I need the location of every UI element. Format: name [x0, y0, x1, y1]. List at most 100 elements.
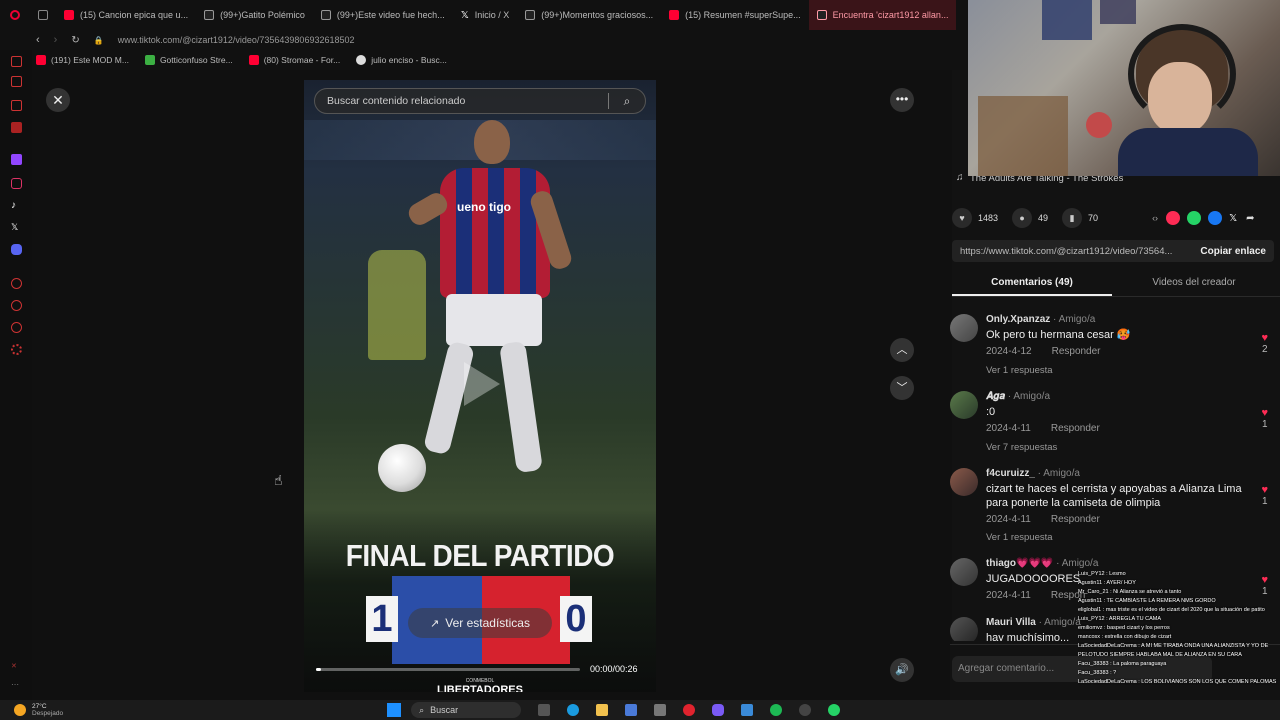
copy-link-button[interactable]: Copiar enlace	[1192, 246, 1274, 257]
sidebar-more-icon[interactable]: ✕	[11, 662, 22, 673]
url-field[interactable]: www.tiktok.com/@cizart1912/video/7356439…	[118, 35, 355, 45]
related-search-bar[interactable]: Buscar contenido relacionado ⌕	[314, 88, 646, 114]
comment-user[interactable]: f4curuizz_ · Amigo/a	[986, 468, 1080, 479]
store-icon[interactable]	[654, 704, 667, 716]
tiktok-icon[interactable]: ♪	[11, 200, 22, 211]
view-replies-button[interactable]: Ver 7 respuestas	[986, 442, 1057, 453]
bookmark-0[interactable]: (191) Este MOD M...	[36, 55, 129, 65]
weather-widget[interactable]: 27°C Despejado	[32, 703, 63, 717]
file-explorer-icon[interactable]	[596, 704, 609, 716]
spotify-icon[interactable]	[770, 704, 783, 716]
comment-like-button[interactable]: ♥ 1	[1261, 407, 1268, 431]
settings-icon[interactable]	[11, 344, 22, 355]
avatar[interactable]	[950, 558, 978, 586]
video-player[interactable]: ueno tigo FINAL DEL PARTIDO 1 0 ↗ Ver es…	[304, 80, 656, 692]
whatsapp-icon[interactable]	[828, 704, 841, 716]
embed-icon[interactable]: ‹›	[1152, 213, 1158, 223]
final-del-partido-text: FINAL DEL PARTIDO	[345, 538, 615, 573]
browser-tab-2[interactable]: (99+)Este video fue hech...	[313, 0, 453, 30]
chevron-down-icon: ﹀	[896, 382, 908, 394]
browser-tab-1[interactable]: (99+)Gatito Polémico	[196, 0, 313, 30]
volume-button[interactable]: 🔊	[890, 658, 914, 682]
like-button[interactable]: ♥	[952, 208, 972, 228]
stats-button[interactable]: ↗ Ver estadísticas	[408, 608, 552, 638]
browser-tab-3[interactable]: 𝕏 Inicio / X	[453, 0, 518, 30]
bookmark-icon: ▮	[1069, 213, 1075, 223]
sidebar-circle-icon[interactable]	[11, 278, 22, 289]
forward-icon[interactable]: ›	[54, 34, 58, 46]
windows-start-icon[interactable]	[387, 703, 402, 717]
comment-text: Ok pero tu hermana cesar 🥵	[986, 329, 1131, 341]
streamer-shirt	[1118, 128, 1258, 176]
task-view-icon[interactable]	[538, 704, 551, 716]
share-tiktok-icon[interactable]	[1166, 211, 1181, 225]
comment-button[interactable]: ●	[1012, 208, 1033, 228]
share-arrow-icon[interactable]: ➦	[1246, 213, 1254, 224]
close-button[interactable]: ✕	[46, 88, 70, 112]
reply-button[interactable]: Responder	[1052, 346, 1101, 357]
edge-icon[interactable]	[567, 704, 580, 716]
bookmark-2[interactable]: (80) Stromae - For...	[248, 55, 340, 65]
browser-tab-active[interactable]: Encuentra 'cizart1912 allan...	[808, 0, 957, 30]
opera-menu-icon[interactable]	[0, 0, 30, 30]
view-replies-button[interactable]: Ver 1 respuesta	[986, 532, 1053, 543]
search-icon[interactable]: ⌕	[609, 94, 645, 109]
view-replies-button[interactable]: Ver 1 respuesta	[986, 365, 1053, 376]
app-icon[interactable]	[741, 704, 754, 716]
reload-icon[interactable]: ↻	[71, 35, 79, 46]
youtube-icon	[64, 10, 74, 20]
sidebar-red-icon[interactable]	[11, 122, 22, 133]
facebook-icon[interactable]	[1208, 211, 1223, 225]
reply-button[interactable]: Responder	[1051, 514, 1100, 525]
whatsapp-icon[interactable]	[1187, 211, 1202, 225]
sidebar-red-icon[interactable]	[11, 76, 22, 87]
comment-user[interactable]: thiago💗💗💗 · Amigo/a	[986, 558, 1098, 569]
youtube-icon	[248, 55, 259, 65]
sidebar-more-icon[interactable]: ⋯	[11, 680, 22, 691]
related-search-input[interactable]: Buscar contenido relacionado	[315, 95, 608, 107]
avatar[interactable]	[950, 314, 978, 342]
bookmark-1[interactable]: Gotticonfuso Stre...	[144, 55, 233, 65]
comment-date: 2024-4-12	[986, 346, 1032, 357]
instagram-icon[interactable]	[11, 178, 22, 189]
x-icon[interactable]: 𝕏	[1229, 213, 1237, 224]
history-icon[interactable]	[11, 300, 22, 311]
youtube-icon	[36, 55, 46, 65]
more-options-button[interactable]: •••	[890, 88, 914, 112]
discord-icon[interactable]	[11, 244, 22, 255]
avatar[interactable]	[950, 617, 978, 641]
app-icon[interactable]	[625, 704, 638, 716]
sidebar-red-icon[interactable]	[11, 56, 22, 67]
comment-user[interactable]: Mauri Villa · Amigo/a	[986, 617, 1081, 628]
browser-tab-0[interactable]: (15) Cancion epica que u...	[56, 0, 196, 30]
video-progress-track[interactable]	[316, 668, 580, 671]
sidebar-red-icon[interactable]	[11, 100, 22, 111]
browser-tab-4[interactable]: (99+)Momentos graciosos...	[517, 0, 661, 30]
tab-comments[interactable]: Comentarios (49)	[952, 277, 1112, 288]
avatar[interactable]	[950, 468, 978, 496]
next-video-button[interactable]: ﹀	[890, 376, 914, 400]
obs-icon[interactable]	[799, 704, 812, 716]
comment-like-button[interactable]: ♥ 2	[1261, 332, 1268, 356]
tab-creator-videos[interactable]: Videos del creador	[1114, 277, 1274, 288]
sidebar-circle-icon[interactable]	[11, 322, 22, 333]
workspace-icon[interactable]	[30, 0, 56, 30]
x-icon[interactable]: 𝕏	[11, 222, 22, 233]
comment-meta: 2024-4-11 Responder	[986, 514, 1120, 525]
play-icon[interactable]	[464, 362, 500, 406]
comment-user[interactable]: 𝑨𝒈𝒂 · Amigo/a	[986, 391, 1050, 402]
weather-icon[interactable]	[14, 704, 26, 716]
taskbar-search[interactable]: ⌕ Buscar	[411, 702, 522, 718]
comment-like-button[interactable]: ♥ 1	[1261, 484, 1268, 508]
comment-user[interactable]: Only.Xpanzaz · Amigo/a	[986, 314, 1095, 325]
avatar[interactable]	[950, 391, 978, 419]
discord-icon[interactable]	[712, 704, 725, 716]
save-button[interactable]: ▮	[1062, 208, 1083, 228]
twitch-icon[interactable]	[11, 154, 22, 165]
reply-button[interactable]: Responder	[1051, 423, 1100, 434]
bookmark-3[interactable]: julio enciso - Busc...	[356, 55, 447, 65]
opera-icon[interactable]	[683, 704, 696, 716]
browser-tab-5[interactable]: (15) Resumen #superSupe...	[661, 0, 809, 30]
previous-video-button[interactable]: ︿	[890, 338, 914, 362]
back-icon[interactable]: ‹	[36, 34, 40, 46]
